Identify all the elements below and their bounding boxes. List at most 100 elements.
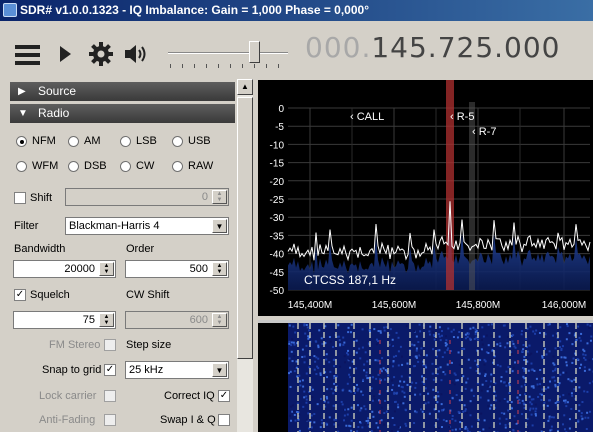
y-tick-label: -50 bbox=[270, 286, 285, 297]
step-size-value: 25 kHz bbox=[129, 364, 164, 376]
gear-icon[interactable] bbox=[88, 41, 114, 67]
radio-mode-cw[interactable] bbox=[120, 161, 131, 172]
mode-label-nfm: NFM bbox=[32, 135, 56, 147]
squelch-checkbox[interactable]: ✓ bbox=[14, 289, 26, 301]
shift-input[interactable]: 0 ▲ ▼ bbox=[65, 188, 229, 206]
lock-carrier-label: Lock carrier bbox=[39, 390, 97, 402]
shift-value: 0 bbox=[201, 191, 208, 203]
step-size-select[interactable]: 25 kHz ▼ bbox=[125, 361, 229, 379]
cw-shift-value: 600 bbox=[189, 314, 208, 326]
mode-label-lsb: LSB bbox=[136, 135, 157, 147]
y-tick-label: -45 bbox=[270, 268, 285, 279]
frequency-marker-label[interactable]: ‹ R-5 bbox=[450, 111, 474, 123]
volume-slider-thumb[interactable] bbox=[249, 41, 260, 63]
frequency-marker-label[interactable]: ‹ CALL bbox=[350, 111, 384, 123]
mode-label-am: AM bbox=[84, 135, 101, 147]
y-tick-label: -15 bbox=[270, 159, 285, 170]
volume-slider-track[interactable] bbox=[168, 52, 288, 54]
chevron-down-icon[interactable]: ▼ bbox=[212, 363, 227, 377]
squelch-label: Squelch bbox=[30, 289, 70, 301]
frequency-value[interactable]: 145.725.000 bbox=[371, 31, 560, 64]
radio-mode-nfm[interactable] bbox=[16, 136, 27, 147]
fm-stereo-checkbox[interactable] bbox=[104, 339, 116, 351]
mode-label-wfm: WFM bbox=[32, 160, 59, 172]
radio-mode-am[interactable] bbox=[68, 136, 79, 147]
bandwidth-input[interactable]: 20000 ▲ ▼ bbox=[13, 260, 116, 278]
cw-shift-label: CW Shift bbox=[126, 289, 170, 301]
correct-iq-checkbox[interactable]: ✓ bbox=[218, 390, 230, 402]
squelch-input[interactable]: 75 ▲ ▼ bbox=[13, 311, 116, 329]
bandwidth-value: 20000 bbox=[64, 263, 95, 275]
squelch-value: 75 bbox=[82, 314, 95, 326]
panel-scrollbar[interactable]: ▲ bbox=[237, 79, 253, 432]
bandwidth-label: Bandwidth bbox=[14, 243, 66, 255]
bandwidth-stepper[interactable]: ▲ ▼ bbox=[99, 262, 114, 276]
frequency-prefix[interactable]: 000. bbox=[305, 31, 371, 64]
chevron-down-icon[interactable]: ▼ bbox=[212, 219, 227, 233]
x-tick-label: 145,600M bbox=[372, 300, 416, 311]
y-tick-label: -25 bbox=[270, 195, 285, 206]
radio-mode-lsb[interactable] bbox=[120, 136, 131, 147]
lock-carrier-checkbox[interactable] bbox=[104, 390, 116, 402]
spectrum-analyzer[interactable]: 0 -5 -10 -15 -20 -25 -30 -35 -40 -45 -50 145,400M 1… bbox=[258, 80, 593, 316]
source-section-label: Source bbox=[38, 84, 77, 98]
x-tick-label: 145,400M bbox=[288, 300, 332, 311]
shift-label: Shift bbox=[30, 192, 53, 204]
scroll-up-button[interactable]: ▲ bbox=[237, 79, 253, 95]
cw-shift-stepper[interactable]: ▲ ▼ bbox=[212, 313, 227, 327]
y-tick-label: -30 bbox=[270, 213, 285, 224]
shift-checkbox[interactable] bbox=[14, 192, 26, 204]
swap-iq-label: Swap I & Q bbox=[160, 414, 216, 426]
y-tick-label: 0 bbox=[278, 104, 284, 115]
filter-select[interactable]: Blackman-Harris 4 ▼ bbox=[65, 217, 229, 235]
swap-iq-checkbox[interactable] bbox=[218, 414, 230, 426]
waterfall-display[interactable] bbox=[258, 320, 593, 432]
anti-fading-checkbox[interactable] bbox=[104, 414, 116, 426]
shift-stepper[interactable]: ▲ ▼ bbox=[212, 190, 227, 204]
app-icon bbox=[3, 3, 17, 17]
y-tick-label: -5 bbox=[275, 122, 284, 133]
hamburger-menu-icon[interactable] bbox=[15, 45, 40, 65]
radio-section-header[interactable]: ▼ Radio bbox=[10, 104, 235, 123]
radio-mode-raw[interactable] bbox=[172, 161, 183, 172]
mode-label-raw: RAW bbox=[188, 160, 214, 172]
ctcss-readout: CTCSS 187,1 Hz bbox=[304, 273, 396, 287]
correct-iq-label: Correct IQ bbox=[164, 390, 215, 402]
cw-shift-input[interactable]: 600 ▲ ▼ bbox=[125, 311, 229, 329]
y-tick-label: -20 bbox=[270, 177, 285, 188]
collapse-arrow-icon: ▼ bbox=[18, 108, 28, 119]
frequency-display[interactable]: 000.145.725.000 bbox=[305, 31, 560, 64]
y-tick-label: -35 bbox=[270, 231, 285, 242]
y-tick-label: -10 bbox=[270, 140, 285, 151]
radio-mode-dsb[interactable] bbox=[68, 161, 79, 172]
radio-mode-wfm[interactable] bbox=[16, 161, 27, 172]
expand-arrow-icon: ▶ bbox=[18, 86, 26, 97]
play-icon[interactable] bbox=[60, 46, 71, 62]
source-section-header[interactable]: ▶ Source bbox=[10, 82, 235, 101]
order-stepper[interactable]: ▲ ▼ bbox=[212, 262, 227, 276]
fm-stereo-label: FM Stereo bbox=[49, 339, 101, 351]
snap-to-grid-label: Snap to grid bbox=[42, 364, 102, 376]
filter-value: Blackman-Harris 4 bbox=[69, 220, 160, 232]
filter-label: Filter bbox=[14, 220, 39, 232]
order-input[interactable]: 500 ▲ ▼ bbox=[125, 260, 229, 278]
x-tick-label: 145,800M bbox=[456, 300, 500, 311]
radio-section-label: Radio bbox=[38, 106, 70, 120]
anti-fading-label: Anti-Fading bbox=[39, 414, 96, 426]
step-size-label: Step size bbox=[126, 339, 172, 351]
radio-mode-usb[interactable] bbox=[172, 136, 183, 147]
mode-label-cw: CW bbox=[136, 160, 155, 172]
x-tick-label: 146,000M bbox=[542, 300, 586, 311]
snap-to-grid-checkbox[interactable]: ✓ bbox=[104, 364, 116, 376]
control-panel: ▶ Source ▼ Radio NFM AM LSB USB WFM DSB … bbox=[10, 82, 235, 432]
order-value: 500 bbox=[189, 263, 208, 275]
y-tick-label: -40 bbox=[270, 250, 285, 261]
speaker-icon[interactable] bbox=[124, 43, 150, 65]
mode-label-usb: USB bbox=[188, 135, 211, 147]
order-label: Order bbox=[126, 243, 155, 255]
window-title-bar: SDR# v1.0.0.1323 - IQ Imbalance: Gain = … bbox=[0, 0, 593, 21]
frequency-marker-label[interactable]: ‹ R-7 bbox=[472, 126, 496, 138]
scroll-thumb[interactable] bbox=[237, 97, 253, 359]
window-title: SDR# v1.0.0.1323 - IQ Imbalance: Gain = … bbox=[20, 3, 369, 17]
squelch-stepper[interactable]: ▲ ▼ bbox=[99, 313, 114, 327]
